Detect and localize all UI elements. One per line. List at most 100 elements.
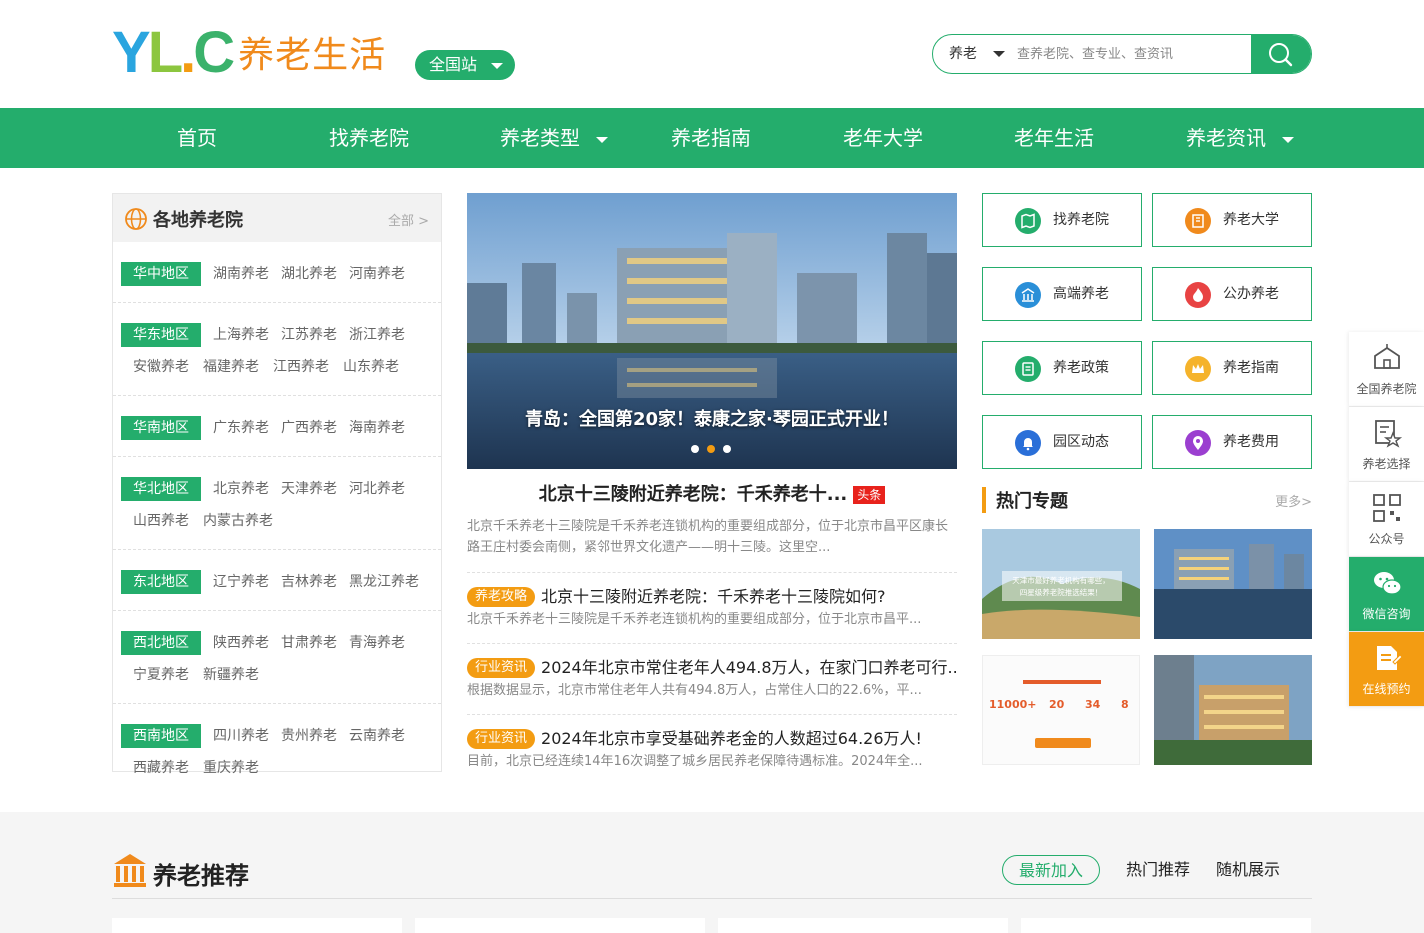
province-link[interactable]: 内蒙古养老 bbox=[203, 509, 273, 537]
news-title: 2024年北京市常住老年人494.8万人，在家门口养老可行... bbox=[541, 658, 957, 677]
region-tag[interactable]: 华北地区 bbox=[121, 477, 201, 501]
quick-link-park-news[interactable]: 园区动态 bbox=[982, 415, 1142, 469]
region-tag[interactable]: 西北地区 bbox=[121, 631, 201, 655]
province-link[interactable]: 贵州养老 bbox=[281, 724, 337, 752]
site-switch-button[interactable]: 全国站 bbox=[415, 50, 515, 80]
nav-care-news[interactable]: 养老资讯 bbox=[1186, 108, 1294, 168]
region-group: 华南地区 广东养老 广西养老 海南养老 bbox=[113, 396, 441, 457]
province-link[interactable]: 湖南养老 bbox=[213, 262, 269, 290]
province-link[interactable]: 陕西养老 bbox=[213, 631, 269, 659]
sidebar-wechat-consult[interactable]: 微信咨询 bbox=[1349, 557, 1424, 632]
province-link[interactable]: 黑龙江养老 bbox=[349, 570, 419, 598]
province-link[interactable]: 青海养老 bbox=[349, 631, 405, 659]
site-logo[interactable]: YL.C 养老生活 bbox=[112, 24, 386, 82]
province-link[interactable]: 上海养老 bbox=[213, 323, 269, 351]
region-row: 华南地区 广东养老 广西养老 海南养老 bbox=[121, 416, 433, 444]
recommend-section: 养老推荐 最新加入 热门推荐 随机展示 bbox=[0, 812, 1424, 933]
region-tag[interactable]: 华东地区 bbox=[121, 323, 201, 347]
province-link[interactable]: 辽宁养老 bbox=[213, 570, 269, 598]
province-link[interactable]: 江苏养老 bbox=[281, 323, 337, 351]
news-title-row: 行业资讯 2024年北京市享受基础养老金的人数超过64.26万人! bbox=[467, 727, 957, 751]
hot-topic-thumb[interactable] bbox=[1154, 529, 1312, 639]
region-tag[interactable]: 华南地区 bbox=[121, 416, 201, 440]
carousel-dot-active[interactable] bbox=[707, 445, 715, 453]
province-link[interactable]: 四川养老 bbox=[213, 724, 269, 752]
province-link[interactable]: 福建养老 bbox=[203, 355, 259, 383]
nav-find-nursing-home[interactable]: 找养老院 bbox=[329, 108, 409, 168]
news-item[interactable]: 养老攻略 北京十三陵附近养老院：千禾养老十三陵院如何? 北京千禾养老十三陵院是千禾… bbox=[467, 572, 957, 631]
news-item[interactable]: 行业资讯 2024年北京市常住老年人494.8万人，在家门口养老可行... 根据数… bbox=[467, 643, 957, 702]
province-link[interactable]: 云南养老 bbox=[349, 724, 405, 752]
quick-link-care-guide[interactable]: 养老指南 bbox=[1152, 341, 1312, 395]
chevron-down-icon bbox=[596, 136, 608, 143]
news-tag: 行业资讯 bbox=[467, 658, 536, 678]
sidebar-label: 公众号 bbox=[1368, 532, 1405, 546]
recommend-title: 养老推荐 bbox=[153, 862, 249, 890]
hot-topics-more-link[interactable]: 更多> bbox=[1275, 491, 1312, 510]
province-link[interactable]: 重庆养老 bbox=[203, 756, 259, 784]
region-group: 华中地区 湖南养老 湖北养老 河南养老 bbox=[113, 242, 441, 303]
province-link[interactable]: 西藏养老 bbox=[133, 756, 189, 784]
province-link[interactable]: 宁夏养老 bbox=[133, 663, 189, 691]
province-link[interactable]: 湖北养老 bbox=[281, 262, 337, 290]
hot-topics-header: 热门专题 更多> bbox=[982, 485, 1312, 515]
province-link[interactable]: 安徽养老 bbox=[133, 355, 189, 383]
province-link[interactable]: 山西养老 bbox=[133, 509, 189, 537]
province-link[interactable]: 广东养老 bbox=[213, 416, 269, 444]
nav-care-types[interactable]: 养老类型 bbox=[500, 108, 608, 168]
tab-popular[interactable]: 热门推荐 bbox=[1126, 855, 1190, 885]
quick-link-care-cost[interactable]: 养老费用 bbox=[1152, 415, 1312, 469]
sidebar-online-booking[interactable]: 在线预约 bbox=[1349, 632, 1424, 707]
regions-all-link[interactable]: 全部 > bbox=[388, 210, 429, 229]
hot-topic-thumb[interactable] bbox=[1154, 655, 1312, 765]
nav-home[interactable]: 首页 bbox=[177, 108, 217, 168]
province-link[interactable]: 新疆养老 bbox=[203, 663, 259, 691]
document-icon bbox=[1015, 356, 1041, 382]
province-link[interactable]: 河北养老 bbox=[349, 477, 405, 505]
province-link[interactable]: 广西养老 bbox=[281, 416, 337, 444]
carousel-dot[interactable] bbox=[723, 445, 731, 453]
hot-topic-thumb[interactable]: 11000+ 20 34 8 bbox=[982, 655, 1140, 765]
region-tag[interactable]: 华中地区 bbox=[121, 262, 201, 286]
headline-news[interactable]: 北京十三陵附近养老院：千禾养老十... 头条 北京千禾养老十三陵院是千禾养老连锁机… bbox=[467, 482, 957, 558]
recommend-card[interactable] bbox=[415, 918, 705, 933]
carousel-dot[interactable] bbox=[691, 445, 699, 453]
featured-carousel[interactable]: 青岛：全国第20家！泰康之家·琴园正式开业！ bbox=[467, 193, 957, 469]
region-group: 华东地区 上海养老 江苏养老 浙江养老安徽养老 福建养老 江西养老 山东养老 bbox=[113, 303, 441, 396]
province-link[interactable]: 海南养老 bbox=[349, 416, 405, 444]
search-input[interactable] bbox=[1017, 41, 1237, 67]
quick-link-label: 园区动态 bbox=[1053, 434, 1109, 450]
province-link[interactable]: 北京养老 bbox=[213, 477, 269, 505]
region-tag[interactable]: 西南地区 bbox=[121, 724, 201, 748]
sidebar-nursing-homes[interactable]: 全国养老院 bbox=[1349, 332, 1424, 407]
recommend-card[interactable] bbox=[112, 918, 402, 933]
province-link[interactable]: 河南养老 bbox=[349, 262, 405, 290]
tab-latest[interactable]: 最新加入 bbox=[1002, 855, 1101, 885]
province-link[interactable]: 甘肃养老 bbox=[281, 631, 337, 659]
nav-senior-life[interactable]: 老年生活 bbox=[1014, 108, 1094, 168]
search-category-select[interactable]: 养老 bbox=[949, 35, 1005, 73]
hot-topic-thumb[interactable]: 天津市最好养老机构有哪些， 四星级养老院推选结果！ bbox=[982, 529, 1140, 639]
province-link[interactable]: 山东养老 bbox=[343, 355, 399, 383]
region-tag[interactable]: 东北地区 bbox=[121, 570, 201, 594]
quick-link-senior-university[interactable]: 养老大学 bbox=[1152, 193, 1312, 247]
province-link[interactable]: 江西养老 bbox=[273, 355, 329, 383]
sidebar-official-account[interactable]: 公众号 bbox=[1349, 482, 1424, 557]
news-title: 2024年北京市享受基础养老金的人数超过64.26万人! bbox=[541, 729, 922, 748]
tab-random[interactable]: 随机展示 bbox=[1216, 855, 1280, 885]
nav-senior-university[interactable]: 老年大学 bbox=[843, 108, 923, 168]
search-button[interactable] bbox=[1251, 35, 1311, 73]
location-icon bbox=[1185, 430, 1211, 456]
recommend-card[interactable] bbox=[718, 918, 1008, 933]
quick-link-find-nursing-home[interactable]: 找养老院 bbox=[982, 193, 1142, 247]
province-link[interactable]: 浙江养老 bbox=[349, 323, 405, 351]
sidebar-care-choice[interactable]: 养老选择 bbox=[1349, 407, 1424, 482]
recommend-card[interactable] bbox=[1021, 918, 1311, 933]
news-item[interactable]: 行业资讯 2024年北京市享受基础养老金的人数超过64.26万人! 目前，北京已经… bbox=[467, 714, 957, 773]
nav-care-guide[interactable]: 养老指南 bbox=[671, 108, 751, 168]
quick-link-premium-care[interactable]: 高端养老 bbox=[982, 267, 1142, 321]
province-link[interactable]: 吉林养老 bbox=[281, 570, 337, 598]
quick-link-public-care[interactable]: 公办养老 bbox=[1152, 267, 1312, 321]
quick-link-care-policy[interactable]: 养老政策 bbox=[982, 341, 1142, 395]
province-link[interactable]: 天津养老 bbox=[281, 477, 337, 505]
